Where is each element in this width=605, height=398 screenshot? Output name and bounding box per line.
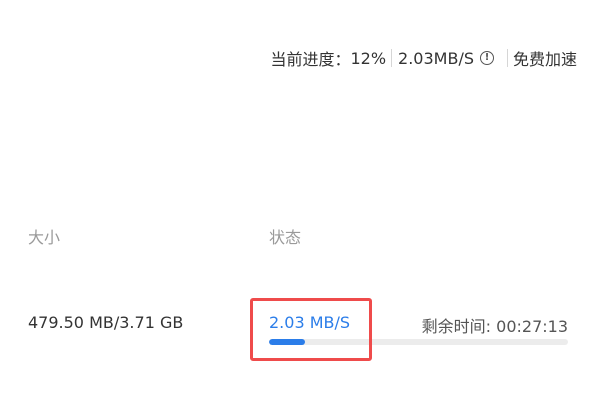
remaining-time: 剩余时间: 00:27:13 bbox=[421, 317, 568, 336]
free-boost-link[interactable]: 免费加速 bbox=[513, 46, 577, 70]
file-size-value: 479.50 MB/3.71 GB bbox=[28, 313, 184, 332]
divider bbox=[506, 49, 508, 67]
progress-label: 当前进度： bbox=[270, 50, 351, 69]
divider bbox=[391, 49, 393, 67]
column-header-size: 大小 bbox=[28, 228, 61, 247]
highlight-box bbox=[250, 298, 372, 361]
column-header-status: 状态 bbox=[269, 228, 302, 247]
progress-status-bar: 当前进度： 12% 2.03MB/S ! 免费加速 bbox=[270, 46, 577, 70]
progress-percent: 12% bbox=[350, 48, 387, 68]
current-speed: 2.03MB/S bbox=[398, 48, 474, 68]
info-circle-icon[interactable]: ! bbox=[479, 51, 494, 65]
